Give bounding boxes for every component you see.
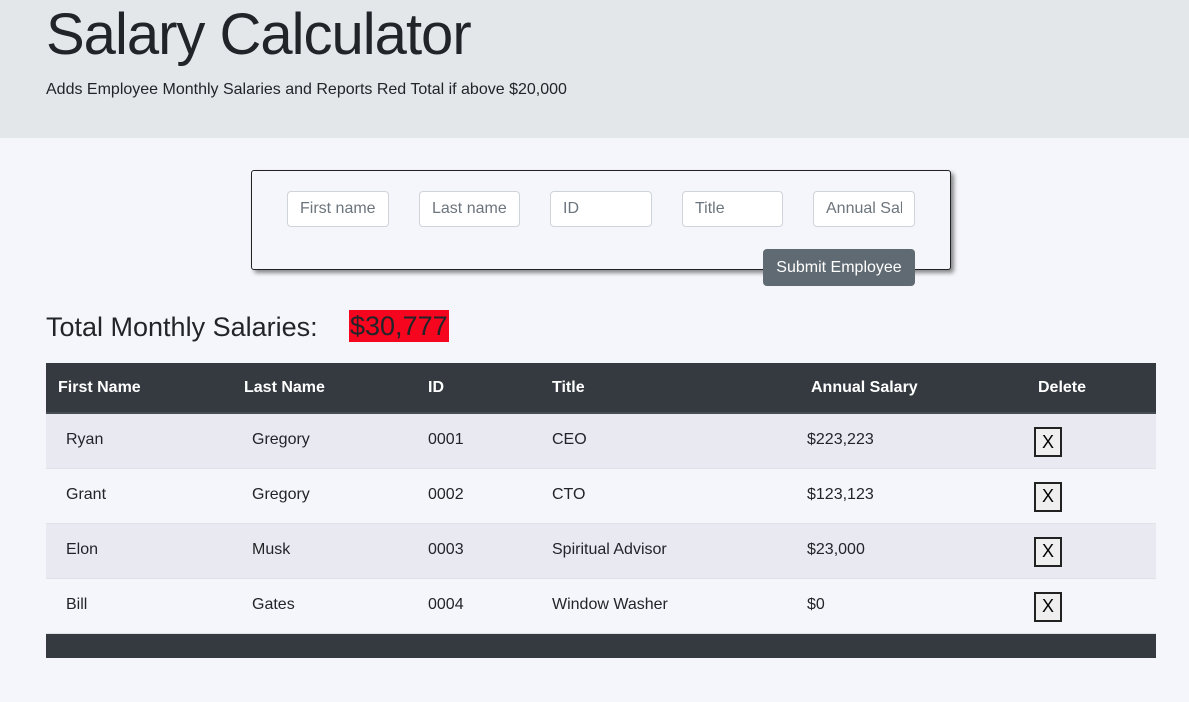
- page-title: Salary Calculator: [46, 2, 472, 67]
- cell-first-name: Grant: [66, 485, 107, 503]
- table-row: Grant Gregory 0002 CTO $123,123 X: [46, 468, 1156, 523]
- table-footer-row: [46, 633, 1156, 658]
- table-footer-bar: [46, 633, 1156, 658]
- delete-button[interactable]: X: [1034, 427, 1062, 457]
- cell-first-name: Bill: [66, 595, 88, 613]
- page-subtitle: Adds Employee Monthly Salaries and Repor…: [46, 81, 567, 98]
- employee-table-container: First Name Last Name ID Title Annual Sal…: [46, 363, 1156, 658]
- table-row: Bill Gates 0004 Window Washer $0 X: [46, 578, 1156, 633]
- cell-delete: X: [1026, 413, 1156, 468]
- column-header-title: Title: [540, 363, 799, 414]
- cell-title: CTO: [552, 485, 586, 503]
- cell-title: Window Washer: [552, 595, 668, 613]
- total-monthly-value: $30,777: [349, 310, 449, 342]
- cell-last-name: Musk: [252, 540, 291, 558]
- cell-delete: X: [1026, 523, 1156, 578]
- cell-annual-salary: $123,123: [807, 485, 874, 503]
- cell-title: Spiritual Advisor: [552, 540, 667, 558]
- delete-button[interactable]: X: [1034, 536, 1062, 567]
- column-header-delete: Delete: [1026, 363, 1156, 414]
- title-input[interactable]: [682, 191, 783, 227]
- cell-id: 0002: [428, 485, 464, 503]
- table-row: Elon Musk 0003 Spiritual Advisor $23,000…: [46, 523, 1156, 578]
- column-header-first-name: First Name: [46, 363, 232, 414]
- cell-id: 0001: [428, 431, 464, 448]
- cell-title: CEO: [552, 431, 587, 448]
- column-header-annual-salary: Annual Salary: [799, 363, 1026, 414]
- delete-button[interactable]: X: [1034, 481, 1062, 512]
- header-jumbotron: Salary Calculator Adds Employee Monthly …: [0, 0, 1189, 138]
- cell-annual-salary: $223,223: [807, 431, 874, 448]
- table-header-row: First Name Last Name ID Title Annual Sal…: [46, 363, 1156, 414]
- cell-first-name: Elon: [66, 540, 99, 558]
- cell-last-name: Gates: [252, 595, 295, 613]
- submit-employee-button[interactable]: Submit Employee: [763, 249, 915, 286]
- cell-delete: X: [1026, 468, 1156, 523]
- cell-annual-salary: $0: [807, 595, 825, 613]
- id-input[interactable]: [550, 191, 652, 227]
- cell-annual-salary: $23,000: [807, 540, 865, 558]
- cell-first-name: Ryan: [66, 431, 104, 448]
- total-monthly-label: Total Monthly Salaries:: [46, 312, 318, 342]
- column-header-id: ID: [416, 363, 540, 414]
- cell-last-name: Gregory: [252, 485, 310, 503]
- table-row: Ryan Gregory 0001 CEO $223,223 X: [46, 413, 1156, 468]
- cell-delete: X: [1026, 578, 1156, 633]
- employee-form: Submit Employee: [251, 170, 951, 286]
- employee-table: First Name Last Name ID Title Annual Sal…: [46, 363, 1156, 658]
- column-header-last-name: Last Name: [232, 363, 416, 414]
- annual-salary-input[interactable]: [813, 191, 915, 227]
- delete-button[interactable]: X: [1034, 591, 1062, 622]
- cell-last-name: Gregory: [252, 431, 310, 448]
- first-name-input[interactable]: [287, 191, 389, 227]
- cell-id: 0003: [428, 540, 464, 558]
- last-name-input[interactable]: [419, 191, 520, 227]
- cell-id: 0004: [428, 595, 464, 613]
